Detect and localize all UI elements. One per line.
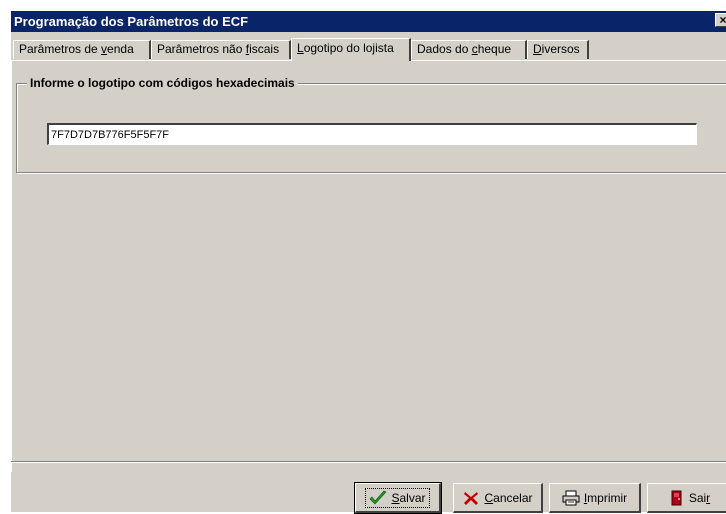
tab-label: iscais [249,42,280,56]
cancel-label: Cancelar [484,491,532,505]
door-exit-icon [671,490,682,505]
exit-label: Sair [689,491,710,505]
tab-dados-cheque[interactable]: Dados do cheque [411,40,527,59]
tab-label: ogotipo do lojista [303,41,394,55]
print-label-rest: mprimir [587,490,628,505]
tab-label: iversos [541,42,580,56]
parameters-window: Programação dos Parâmetros do ECF × Parâ… [10,10,726,514]
x-mark-icon [464,491,479,505]
close-button[interactable]: × [715,13,726,27]
exit-button[interactable]: Sair [647,483,726,513]
print-button[interactable]: Imprimir [549,483,641,513]
tab-diversos[interactable]: Diversos [527,40,589,59]
save-hotkey: S [391,490,400,505]
tab-hotkey: D [533,42,542,56]
logo-groupbox: Informe o logotipo com códigos hexadecim… [16,76,726,173]
tab-panel: Informe o logotipo com códigos hexadecim… [11,60,726,472]
button-bar: Salvar Cancelar Imprimir Sair [11,461,726,514]
tab-label: heque [477,42,512,56]
print-label: Imprimir [584,491,627,505]
title-bar[interactable]: Programação dos Parâmetros do ECF × [11,11,726,32]
cancel-label-rest: ancelar [493,490,533,505]
tab-parametros-venda[interactable]: Parâmetros de venda [13,40,151,59]
tab-strip: Parâmetros de venda Parâmetros não fisca… [11,38,726,61]
window-title: Programação dos Parâmetros do ECF [14,14,249,29]
exit-label-rest: Sai [688,490,707,505]
checkmark-icon [370,490,387,504]
save-label: Salvar [391,491,425,505]
save-button-focus: Salvar [365,487,430,508]
cancel-button[interactable]: Cancelar [453,483,543,513]
save-label-rest: alvar [399,490,426,505]
exit-hotkey: r [706,490,711,505]
tab-parametros-nao-fiscais[interactable]: Parâmetros não fiscais [151,40,291,59]
tab-hotkey: L [297,41,304,55]
cancel-hotkey: C [484,490,494,505]
group-title: Informe o logotipo com códigos hexadecim… [27,76,298,90]
tab-label: enda [107,42,134,56]
save-button[interactable]: Salvar [354,482,442,514]
printer-icon [562,490,580,505]
tab-logotipo-lojista[interactable]: Logotipo do lojista [291,38,411,61]
tab-label: Dados do [417,42,472,56]
tab-label: Parâmetros de [19,42,102,56]
hex-logo-input[interactable] [47,123,697,145]
tab-label: Parâmetros não [157,42,246,56]
close-icon: × [719,13,726,27]
